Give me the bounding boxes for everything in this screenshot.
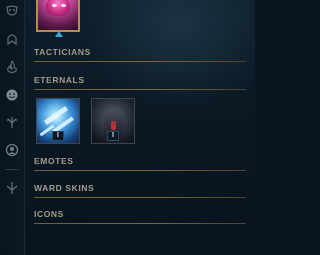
eternal-tier-badge: I bbox=[52, 131, 64, 141]
card-artwork bbox=[111, 121, 116, 130]
mask-icon[interactable] bbox=[4, 3, 20, 19]
collection-screen: TACTICIANS ETERNALS I I EMOTES WARD SKIN… bbox=[0, 0, 255, 255]
ward-icon[interactable] bbox=[4, 180, 20, 196]
section-eternals[interactable]: ETERNALS bbox=[34, 75, 246, 90]
section-title: TACTICIANS bbox=[34, 47, 91, 57]
tree-icon[interactable] bbox=[4, 114, 20, 130]
section-divider bbox=[34, 61, 246, 62]
collection-sidebar bbox=[0, 0, 25, 255]
section-divider bbox=[34, 89, 246, 90]
section-divider bbox=[34, 223, 246, 224]
section-title: WARD SKINS bbox=[34, 183, 95, 193]
circle-portrait-icon[interactable] bbox=[4, 142, 20, 158]
selected-indicator-icon bbox=[55, 31, 63, 37]
item-artwork-detail bbox=[52, 4, 57, 7]
eternal-card[interactable]: I bbox=[91, 98, 135, 144]
flame-icon[interactable] bbox=[4, 59, 20, 75]
eternal-card[interactable]: I bbox=[36, 98, 80, 144]
rail-divider bbox=[5, 169, 19, 170]
emote-face-icon[interactable] bbox=[4, 87, 20, 103]
section-divider bbox=[34, 197, 246, 198]
item-artwork bbox=[46, 0, 70, 16]
section-emotes[interactable]: EMOTES bbox=[34, 156, 246, 171]
selected-item-thumbnail[interactable] bbox=[36, 0, 80, 32]
section-icons[interactable]: ICONS bbox=[34, 209, 246, 224]
section-title: ETERNALS bbox=[34, 75, 85, 85]
section-ward-skins[interactable]: WARD SKINS bbox=[34, 183, 246, 198]
eternal-tier-badge: I bbox=[107, 131, 119, 141]
section-title: EMOTES bbox=[34, 156, 74, 166]
champion-head-icon[interactable] bbox=[4, 31, 20, 47]
section-title: ICONS bbox=[34, 209, 64, 219]
section-tacticians[interactable]: TACTICIANS bbox=[34, 47, 246, 62]
section-divider bbox=[34, 170, 246, 171]
item-artwork-detail bbox=[61, 4, 66, 7]
